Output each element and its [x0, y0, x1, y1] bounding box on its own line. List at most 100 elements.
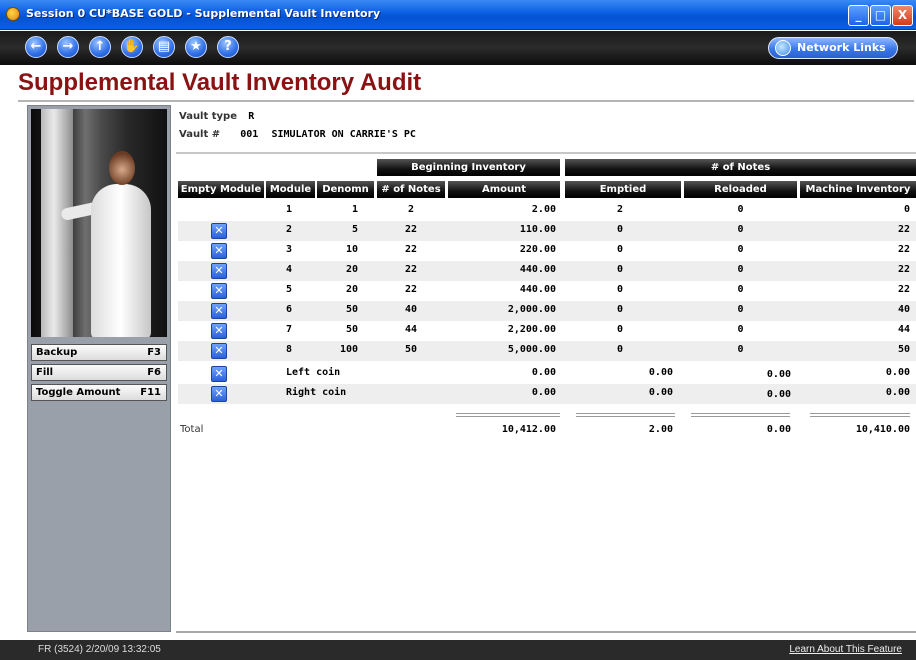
machine-cell: 0	[903, 204, 910, 215]
module-cell: 7	[286, 324, 293, 335]
empty-module-x-icon[interactable]: ✕	[211, 223, 227, 239]
machine-cell: 0.00	[885, 387, 910, 398]
status-bar: FR (3524) 2/20/09 13:32:05 Learn About T…	[0, 640, 916, 660]
vault-number-value: 001	[240, 129, 259, 140]
table-row: ✕ 8 100 50 5,000.00 0 0 50	[178, 341, 916, 361]
reloaded-cell: 0	[737, 344, 744, 355]
denom-cell: 50	[345, 304, 358, 315]
fkey-label: Fill	[36, 367, 54, 378]
notes-cell: 44	[404, 324, 418, 335]
status-session-info: FR (3524) 2/20/09 13:32:05	[38, 644, 161, 655]
window-title: Session 0 CU*BASE GOLD - Supplemental Va…	[26, 7, 381, 20]
favorite-star-icon[interactable]: ★	[185, 36, 207, 58]
machine-cell: 22	[897, 224, 910, 235]
machine-cell: 50	[897, 344, 910, 355]
reloaded-cell: 0.00	[766, 369, 791, 380]
col-denomn: Denomn	[317, 181, 374, 198]
reloaded-cell: 0.00	[766, 389, 791, 400]
title-divider	[18, 100, 914, 102]
empty-module-x-icon[interactable]: ✕	[211, 283, 227, 299]
emptied-cell: 0	[617, 344, 624, 355]
vault-type-label: Vault type	[179, 111, 237, 122]
emptied-cell: 0	[617, 264, 624, 275]
vault-number-label: Vault #	[179, 129, 221, 140]
notes-cell: 22	[404, 244, 418, 255]
minimize-button[interactable]: _	[848, 5, 869, 26]
machine-cell: 22	[897, 244, 910, 255]
empty-module-x-icon[interactable]: ✕	[211, 343, 227, 359]
fkey-label: Toggle Amount	[36, 387, 121, 398]
fkey-shortcut: F11	[140, 387, 161, 398]
amount-cell: 220.00	[519, 244, 556, 255]
notes-cell: 40	[404, 304, 418, 315]
amount-cell: 440.00	[519, 264, 556, 275]
close-button[interactable]: X	[892, 5, 913, 26]
table-row: ✕ 5 20 22 440.00 0 0 22	[178, 281, 916, 301]
empty-module-x-icon[interactable]: ✕	[211, 366, 227, 382]
module-cell: 5	[286, 284, 293, 295]
back-icon[interactable]: ←	[25, 36, 47, 58]
vault-photo	[31, 109, 167, 337]
page-title: Supplemental Vault Inventory Audit	[18, 69, 422, 96]
table-row: ✕ 3 10 22 220.00 0 0 22	[178, 241, 916, 261]
vault-type-line: Vault type R	[179, 111, 254, 122]
network-links-button[interactable]: Network Links	[768, 37, 898, 59]
left-panel: Backup F3 Fill F6 Toggle Amount F11	[27, 105, 171, 632]
bottom-divider	[176, 631, 916, 633]
app-icon	[6, 7, 20, 21]
notes-cell: 22	[404, 224, 418, 235]
empty-module-x-icon[interactable]: ✕	[211, 263, 227, 279]
fill-button[interactable]: Fill F6	[31, 364, 167, 381]
empty-module-x-icon[interactable]: ✕	[211, 386, 227, 402]
col-empty-module: Empty Module	[178, 181, 264, 198]
machine-cell: 22	[897, 284, 910, 295]
empty-module-x-icon[interactable]: ✕	[211, 323, 227, 339]
table-row: ✕ 4 20 22 440.00 0 0 22	[178, 261, 916, 281]
amount-cell: 110.00	[519, 224, 556, 235]
table-row: 1 1 2 2.00 2 0 0	[178, 201, 916, 221]
denom-cell: 5	[351, 224, 358, 235]
amount-cell: 440.00	[519, 284, 556, 295]
total-machine: 10,410.00	[855, 424, 910, 435]
notes-cell: 22	[404, 284, 418, 295]
emptied-cell: 0.00	[648, 367, 673, 378]
emptied-cell: 0	[617, 244, 624, 255]
empty-module-x-icon[interactable]: ✕	[211, 243, 227, 259]
empty-module-x-icon[interactable]: ✕	[211, 303, 227, 319]
up-icon[interactable]: ↑	[89, 36, 111, 58]
denom-cell: 50	[345, 324, 358, 335]
total-rule-machine	[810, 413, 910, 417]
toggle-amount-button[interactable]: Toggle Amount F11	[31, 384, 167, 401]
col-machine-inventory: Machine Inventory	[800, 181, 916, 198]
module-cell: 3	[286, 244, 293, 255]
reloaded-cell: 0	[737, 224, 744, 235]
amount-cell: 2.00	[531, 204, 556, 215]
col-emptied: Emptied	[565, 181, 681, 198]
reloaded-cell: 0	[737, 324, 744, 335]
module-cell: 2	[286, 224, 293, 235]
maximize-button[interactable]: □	[870, 5, 891, 26]
backup-button[interactable]: Backup F3	[31, 344, 167, 361]
learn-about-feature-link[interactable]: Learn About This Feature	[789, 640, 902, 660]
toolbar: ← → ↑ ✋ ▤ ★ ? Network Links	[0, 31, 916, 65]
total-rule-amount	[456, 413, 560, 417]
fkey-label: Backup	[36, 347, 78, 358]
title-bar: Session 0 CU*BASE GOLD - Supplemental Va…	[0, 0, 916, 30]
stop-hand-icon[interactable]: ✋	[121, 36, 143, 58]
reloaded-cell: 0	[737, 264, 744, 275]
fkey-shortcut: F6	[147, 367, 161, 378]
table-row: ✕ 2 5 22 110.00 0 0 22	[178, 221, 916, 241]
print-icon[interactable]: ▤	[153, 36, 175, 58]
denom-cell: 10	[345, 244, 358, 255]
denom-cell: 20	[345, 284, 358, 295]
notes-cell: 22	[404, 264, 418, 275]
denom-cell: 20	[345, 264, 358, 275]
machine-cell: 44	[897, 324, 910, 335]
forward-icon[interactable]: →	[57, 36, 79, 58]
total-emptied: 2.00	[648, 424, 673, 435]
module-cell: 1	[286, 204, 293, 215]
col-reloaded: Reloaded	[684, 181, 797, 198]
total-amount: 10,412.00	[501, 424, 556, 435]
emptied-cell: 0.00	[648, 387, 673, 398]
help-icon[interactable]: ?	[217, 36, 239, 58]
